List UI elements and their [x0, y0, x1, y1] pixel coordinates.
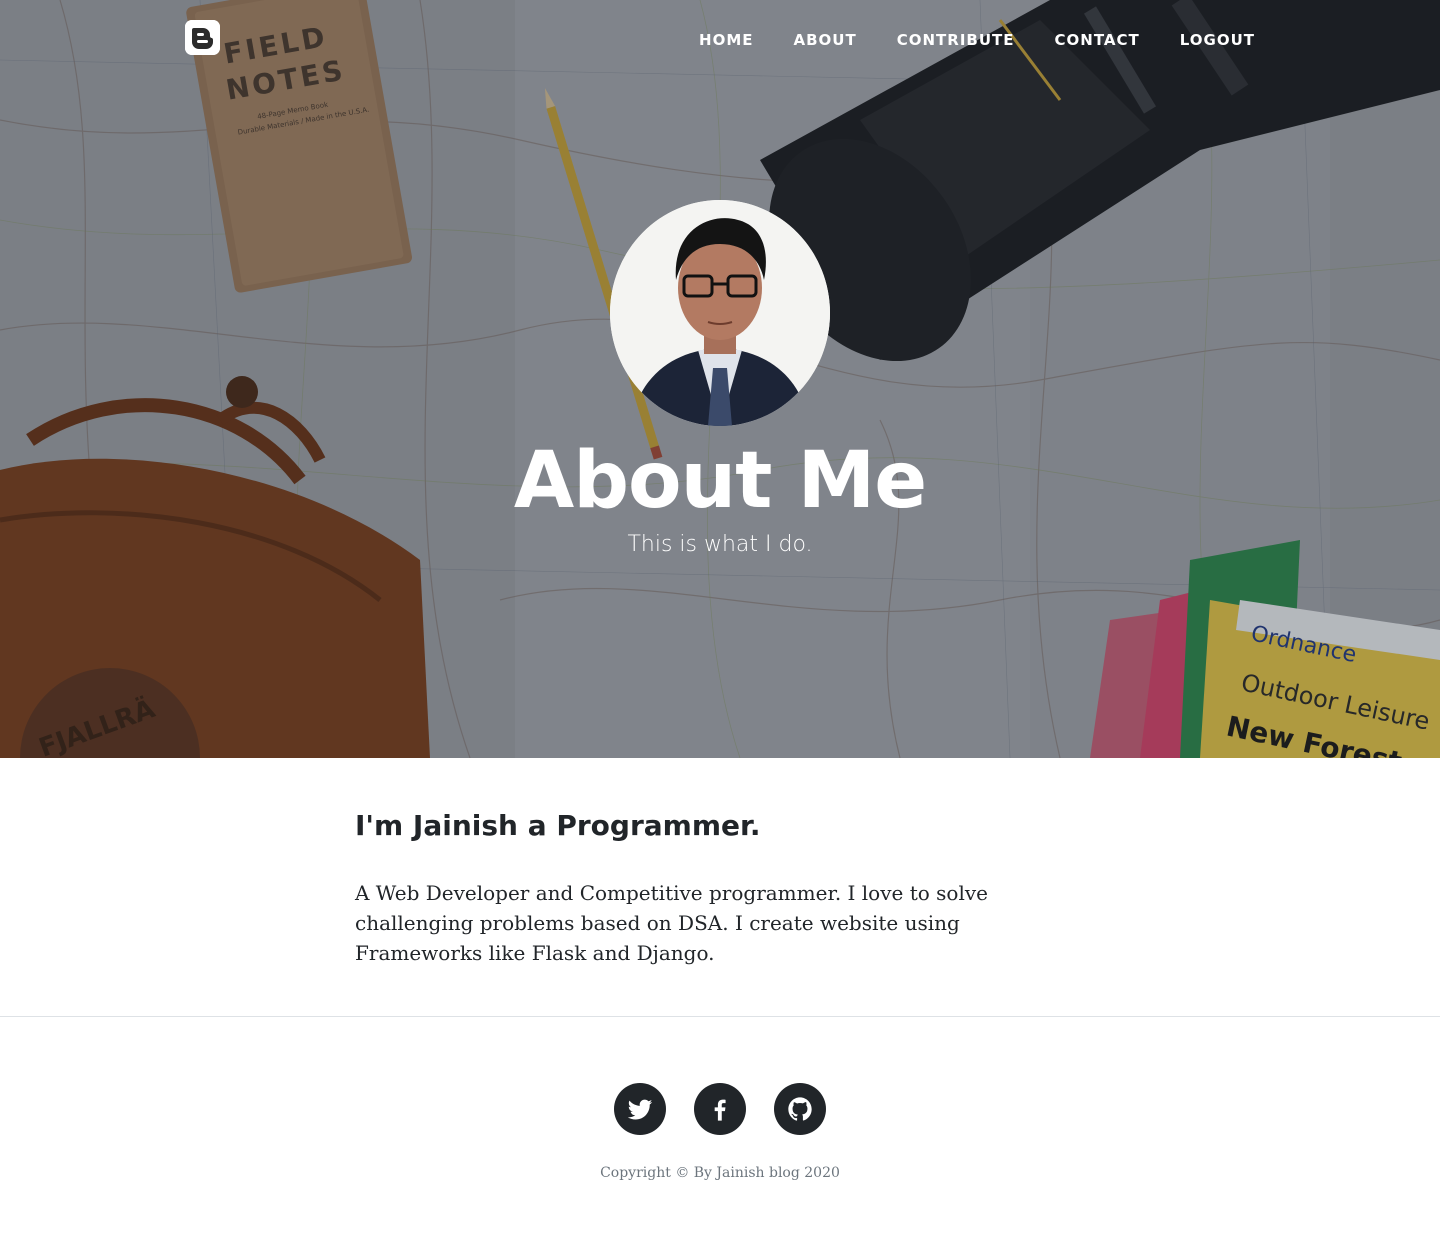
hero-heading-block: About Me This is what I do. — [0, 200, 1440, 562]
social-item-facebook — [694, 1083, 746, 1135]
twitter-link[interactable] — [614, 1083, 666, 1135]
nav-link-contribute[interactable]: CONTRIBUTE — [857, 28, 1015, 52]
top-navbar: HOME ABOUT CONTRIBUTE CONTACT LOGOUT — [0, 0, 1440, 80]
blogger-icon[interactable] — [185, 20, 220, 55]
github-icon — [788, 1097, 812, 1121]
page-title: About Me — [513, 436, 927, 526]
nav-item-logout: LOGOUT — [1140, 28, 1255, 52]
nav-link-about[interactable]: ABOUT — [754, 28, 857, 52]
page-footer: Copyright © By Jainish blog 2020 — [0, 1017, 1440, 1181]
profile-avatar — [610, 200, 830, 426]
nav-item-home: HOME — [659, 28, 753, 52]
social-links — [0, 1083, 1440, 1135]
nav-link-logout[interactable]: LOGOUT — [1140, 28, 1255, 52]
profile-photo — [610, 200, 830, 426]
nav-item-contribute: CONTRIBUTE — [857, 28, 1015, 52]
facebook-icon — [714, 1099, 726, 1121]
page-subtitle: This is what I do. — [627, 532, 813, 557]
facebook-link[interactable] — [694, 1083, 746, 1135]
nav-item-contact: CONTACT — [1015, 28, 1140, 52]
twitter-icon — [627, 1099, 653, 1120]
nav-menu: HOME ABOUT CONTRIBUTE CONTACT LOGOUT — [659, 28, 1255, 52]
nav-link-contact[interactable]: CONTACT — [1015, 28, 1140, 52]
copyright-text: Copyright © By Jainish blog 2020 — [600, 1165, 840, 1181]
social-item-twitter — [614, 1083, 666, 1135]
nav-item-about: ABOUT — [754, 28, 857, 52]
about-content: I'm Jainish a Programmer. A Web Develope… — [355, 758, 1085, 968]
nav-link-home[interactable]: HOME — [659, 28, 753, 52]
about-heading: I'm Jainish a Programmer. — [355, 809, 761, 842]
social-item-github — [774, 1083, 826, 1135]
page-header: FIELD NOTES 48-Page Memo Book Durable Ma… — [0, 0, 1440, 758]
about-paragraph: A Web Developer and Competitive programm… — [355, 881, 988, 965]
github-link[interactable] — [774, 1083, 826, 1135]
